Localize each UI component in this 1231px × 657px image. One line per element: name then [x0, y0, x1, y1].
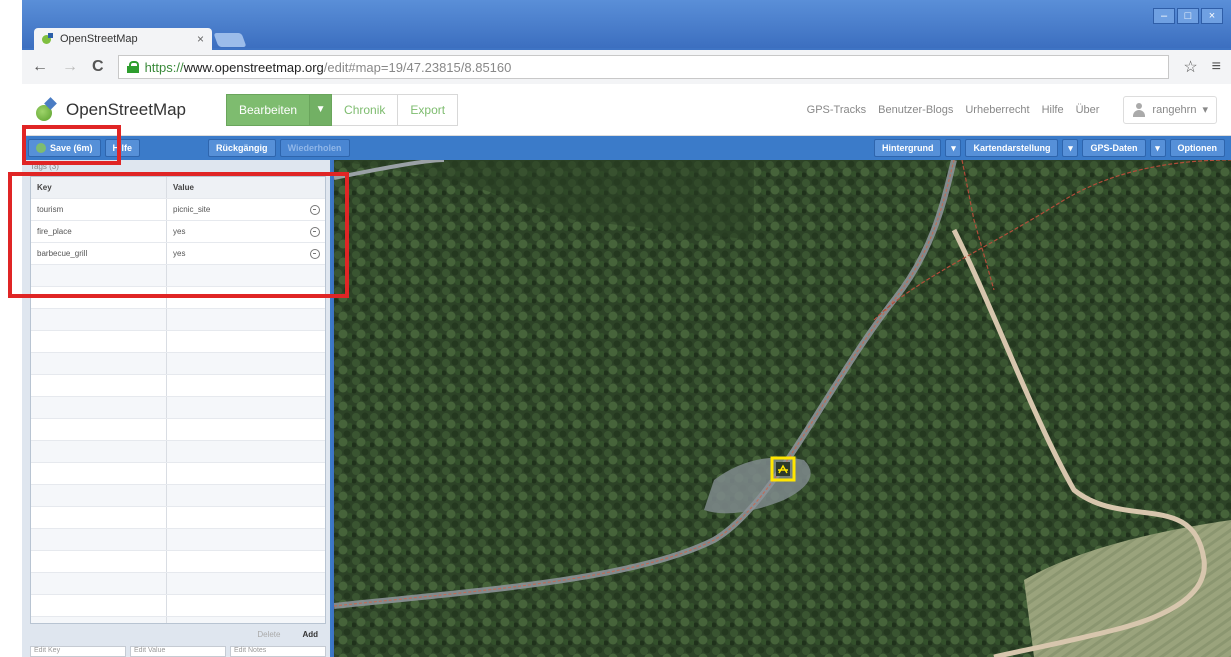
link-help[interactable]: Hilfe: [1042, 104, 1064, 116]
remove-tag-icon[interactable]: [310, 226, 320, 237]
user-menu-button[interactable]: rangehrn ▾: [1123, 95, 1217, 124]
save-label: Save (6m): [50, 143, 93, 153]
osm-favicon-icon: [42, 33, 54, 45]
browser-navbar: ← → C https:// www.openstreetmap.org /ed…: [22, 50, 1231, 84]
empty-table-row: [31, 595, 325, 617]
header-value: Value: [173, 183, 194, 192]
header-links: GPS-Tracks Benutzer-Blogs Urheberrecht H…: [807, 95, 1217, 124]
browser-tab[interactable]: OpenStreetMap ×: [34, 28, 212, 50]
empty-table-row: [31, 441, 325, 463]
editor-toolbar: Save (6m) Hilfe Rückgängig Wiederholen H…: [22, 136, 1231, 160]
tag-table-footer: Delete Add: [30, 626, 326, 642]
tag-key[interactable]: fire_place: [31, 221, 167, 242]
table-row[interactable]: fire_place yes: [31, 221, 325, 243]
history-button[interactable]: Chronik: [332, 93, 399, 126]
new-tab-button[interactable]: [213, 33, 247, 47]
link-user-blogs[interactable]: Benutzer-Blogs: [878, 104, 953, 116]
gps-data-button[interactable]: GPS-Daten: [1082, 139, 1146, 157]
tag-editor-sidebar: Tags (3) Key Value tourism picnic_site f…: [22, 160, 332, 657]
link-copyright[interactable]: Urheberrecht: [965, 104, 1029, 116]
empty-table-row: [31, 573, 325, 595]
map-data-button[interactable]: Kartendarstellung: [965, 139, 1059, 157]
background-button[interactable]: Hintergrund: [873, 139, 942, 157]
gps-data-caret-icon[interactable]: ▾: [1149, 139, 1166, 157]
empty-table-row: [31, 331, 325, 353]
tab-title: OpenStreetMap: [60, 33, 138, 45]
background-caret-icon[interactable]: ▾: [945, 139, 962, 157]
minimize-button[interactable]: –: [1153, 8, 1175, 24]
user-avatar-icon: [1132, 102, 1146, 117]
edit-button[interactable]: Bearbeiten: [226, 93, 311, 126]
forward-arrow-icon[interactable]: →: [62, 58, 78, 76]
lock-icon: [126, 61, 139, 73]
link-gps-tracks[interactable]: GPS-Tracks: [807, 104, 867, 116]
edit-dropdown-caret-icon[interactable]: ▼: [310, 93, 333, 126]
address-bar[interactable]: https:// www.openstreetmap.org /edit#map…: [117, 55, 1170, 79]
logo-text: OpenStreetMap: [66, 99, 187, 119]
tag-table: Key Value tourism picnic_site fire_place…: [30, 176, 326, 624]
back-arrow-icon[interactable]: ←: [32, 58, 48, 76]
empty-table-row: [31, 463, 325, 485]
tab-close-icon[interactable]: ×: [197, 32, 204, 46]
empty-table-row: [31, 397, 325, 419]
satellite-map[interactable]: [334, 160, 1231, 657]
map-canvas[interactable]: [334, 160, 1231, 657]
chevron-down-icon: ▾: [1202, 104, 1208, 116]
empty-table-row: [31, 485, 325, 507]
bookmark-star-icon[interactable]: ☆: [1183, 57, 1197, 77]
site-logo[interactable]: OpenStreetMap: [36, 99, 226, 121]
empty-table-row: [31, 419, 325, 441]
url-host: www.openstreetmap.org: [183, 59, 324, 75]
toolbar-right-group: Hintergrund ▾ Kartendarstellung ▾ GPS-Da…: [873, 139, 1225, 157]
osm-logo-icon: [36, 99, 58, 121]
edit-value-field[interactable]: Edit Value: [130, 646, 226, 657]
table-row[interactable]: barbecue_grill yes: [31, 243, 325, 265]
undo-button[interactable]: Rückgängig: [208, 139, 276, 157]
header-key: Key: [31, 177, 167, 198]
primary-nav-buttons: Bearbeiten ▼ Chronik Export: [226, 93, 459, 126]
tag-value[interactable]: yes: [167, 221, 305, 242]
url-protocol: https://: [144, 59, 184, 75]
window-controls: – □ ×: [1153, 8, 1223, 24]
save-button[interactable]: Save (6m): [28, 139, 101, 157]
bottom-inputs: Edit Key Edit Value Edit Notes: [30, 646, 326, 657]
empty-table-row: [31, 309, 325, 331]
add-tag-button[interactable]: Add: [302, 630, 318, 639]
empty-table-row: [31, 529, 325, 551]
tag-value[interactable]: picnic_site: [167, 199, 305, 220]
empty-table-row: [31, 353, 325, 375]
tag-editor-crumb: Tags (3): [30, 162, 59, 171]
tag-key[interactable]: barbecue_grill: [31, 243, 167, 264]
menu-icon[interactable]: ≡: [1212, 58, 1221, 76]
edit-key-field[interactable]: Edit Key: [30, 646, 126, 657]
empty-table-row: [31, 287, 325, 309]
empty-table-row: [31, 507, 325, 529]
tag-table-header: Key Value: [31, 177, 325, 199]
export-button[interactable]: Export: [398, 93, 459, 126]
options-button[interactable]: Optionen: [1169, 139, 1225, 157]
reload-icon[interactable]: C: [92, 58, 104, 76]
tag-key[interactable]: tourism: [31, 199, 167, 220]
redo-button[interactable]: Wiederholen: [279, 139, 350, 157]
empty-table-row: [31, 265, 325, 287]
empty-table-row: [31, 617, 325, 623]
site-header: OpenStreetMap Bearbeiten ▼ Chronik Expor…: [22, 84, 1231, 136]
delete-tag-button[interactable]: Delete: [257, 630, 280, 639]
table-row[interactable]: tourism picnic_site: [31, 199, 325, 221]
remove-tag-icon[interactable]: [310, 204, 320, 215]
empty-table-row: [31, 375, 325, 397]
edit-notes-field[interactable]: Edit Notes: [230, 646, 326, 657]
help-button[interactable]: Hilfe: [104, 139, 141, 157]
map-data-caret-icon[interactable]: ▾: [1062, 139, 1079, 157]
save-icon: [36, 143, 46, 153]
tag-value[interactable]: yes: [167, 243, 305, 264]
link-about[interactable]: Über: [1076, 104, 1100, 116]
username: rangehrn: [1152, 103, 1197, 116]
close-window-button[interactable]: ×: [1201, 8, 1223, 24]
empty-rows: [31, 265, 325, 623]
empty-table-row: [31, 551, 325, 573]
maximize-button[interactable]: □: [1177, 8, 1199, 24]
url-path: /edit#map=19/47.23815/8.85160: [323, 59, 512, 75]
remove-tag-icon[interactable]: [310, 248, 320, 259]
